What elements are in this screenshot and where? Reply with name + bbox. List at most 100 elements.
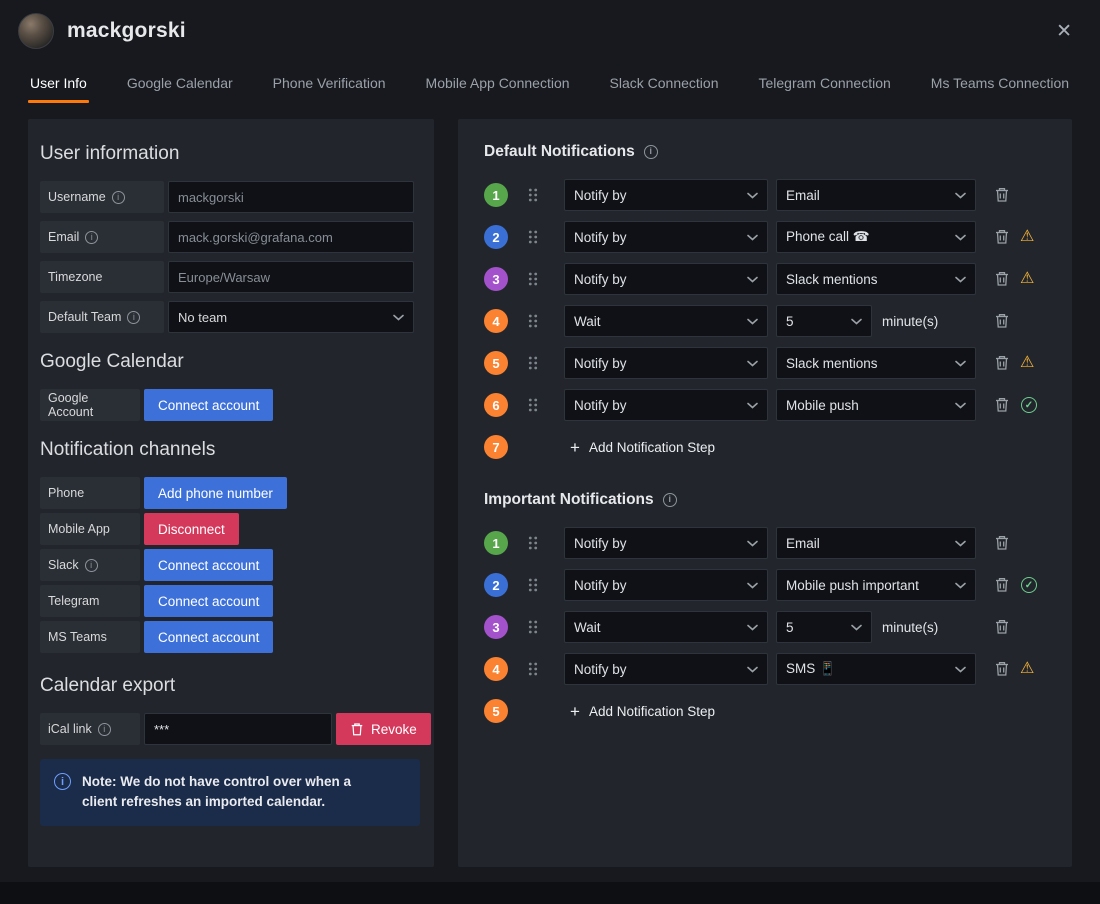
drag-handle-icon[interactable] [528, 313, 538, 329]
step-action-select[interactable]: Notify by [564, 527, 768, 559]
close-icon[interactable]: ✕ [1052, 18, 1076, 45]
delete-step-button[interactable] [992, 395, 1012, 416]
delete-step-button[interactable] [992, 227, 1012, 248]
step-channel-select[interactable]: Mobile push important [776, 569, 976, 601]
step-number-badge: 2 [484, 573, 508, 597]
user-settings-modal: mackgorski ✕ User Info Google Calendar P… [0, 0, 1100, 882]
select-value: Notify by [574, 535, 627, 551]
select-value: SMS 📱 [786, 661, 836, 676]
wait-unit-label: minute(s) [882, 313, 939, 329]
add-phone-number-button[interactable]: Add phone number [144, 477, 287, 509]
select-value: Notify by [574, 271, 627, 287]
step-action-select[interactable]: Notify by [564, 179, 768, 211]
drag-handle-icon[interactable] [528, 619, 538, 635]
notification-step-row: 4 Wait 5 minute(s) [484, 305, 1052, 337]
add-notification-step-button[interactable]: + Add Notification Step [570, 703, 715, 720]
tab-mobile-app-connection[interactable]: Mobile App Connection [424, 69, 572, 103]
msteams-channel-row: MS Teams Connect account [40, 621, 414, 653]
default-team-select[interactable]: No team [168, 301, 414, 333]
chevron-down-icon [851, 624, 862, 631]
step-action-select[interactable]: Notify by [564, 389, 768, 421]
drag-handle-icon[interactable] [528, 229, 538, 245]
timezone-input[interactable] [168, 261, 414, 293]
delete-step-button[interactable] [992, 311, 1012, 332]
drag-handle-icon[interactable] [528, 355, 538, 371]
google-connect-button[interactable]: Connect account [144, 389, 274, 421]
wait-duration-select[interactable]: 5 [776, 305, 872, 337]
ical-link-input[interactable] [144, 713, 332, 745]
select-value: Slack mentions [786, 355, 878, 371]
info-icon: i [54, 773, 71, 790]
delete-step-button[interactable] [992, 353, 1012, 374]
step-number-badge: 1 [484, 183, 508, 207]
step-action-select[interactable]: Notify by [564, 347, 768, 379]
step-action-select[interactable]: Notify by [564, 653, 768, 685]
email-field[interactable] [168, 221, 414, 253]
drag-handle-icon[interactable] [528, 187, 538, 203]
step-number-badge: 2 [484, 225, 508, 249]
calendar-note: i Note: We do not have control over when… [40, 759, 420, 826]
step-channel-select[interactable]: Mobile push [776, 389, 976, 421]
delete-step-button[interactable] [992, 269, 1012, 290]
step-action-select[interactable]: Notify by [564, 263, 768, 295]
username-input[interactable] [168, 181, 414, 213]
delete-step-button[interactable] [992, 617, 1012, 638]
select-value: Email [786, 187, 820, 203]
step-channel-select[interactable]: SMS 📱 [776, 653, 976, 685]
notification-step-row: 5 Notify by Slack mentions ⚠ [484, 347, 1052, 379]
delete-step-button[interactable] [992, 575, 1012, 596]
delete-step-button[interactable] [992, 659, 1012, 680]
delete-step-button[interactable] [992, 533, 1012, 554]
wait-unit-label: minute(s) [882, 619, 939, 635]
step-action-select[interactable]: Notify by [564, 221, 768, 253]
chevron-down-icon [955, 234, 966, 241]
ical-link-label: iCal link i [40, 713, 140, 745]
step-number-badge: 4 [484, 657, 508, 681]
drag-handle-icon[interactable] [528, 397, 538, 413]
info-icon: i [111, 190, 125, 204]
delete-step-button[interactable] [992, 185, 1012, 206]
tab-slack-connection[interactable]: Slack Connection [608, 69, 721, 103]
tab-phone-verification[interactable]: Phone Verification [271, 69, 388, 103]
notification-step-row: 6 Notify by Mobile push ✓ [484, 389, 1052, 421]
wait-duration-select[interactable]: 5 [776, 611, 872, 643]
step-channel-select[interactable]: Email [776, 179, 976, 211]
notification-step-row: 1 Notify by Email [484, 527, 1052, 559]
slack-connect-button[interactable]: Connect account [144, 549, 274, 581]
label-text: iCal link [48, 722, 92, 736]
select-value: Notify by [574, 397, 627, 413]
tab-ms-teams-connection[interactable]: Ms Teams Connection [929, 69, 1071, 103]
tab-telegram-connection[interactable]: Telegram Connection [756, 69, 892, 103]
chevron-down-icon [747, 402, 758, 409]
tab-user-info[interactable]: User Info [28, 69, 89, 103]
step-channel-select[interactable]: Slack mentions [776, 347, 976, 379]
chevron-down-icon [955, 402, 966, 409]
select-value: 5 [786, 619, 794, 635]
step-channel-select[interactable]: Slack mentions [776, 263, 976, 295]
warning-icon: ⚠ [1020, 228, 1035, 245]
step-action-select[interactable]: Notify by [564, 569, 768, 601]
telegram-connect-button[interactable]: Connect account [144, 585, 274, 617]
select-value: No team [178, 309, 228, 325]
mobile-app-disconnect-button[interactable]: Disconnect [144, 513, 239, 545]
step-channel-select[interactable]: Phone call ☎ [776, 221, 976, 253]
step-channel-select[interactable]: Email [776, 527, 976, 559]
revoke-button[interactable]: Revoke [336, 713, 431, 745]
trash-icon [996, 398, 1008, 412]
msteams-connect-button[interactable]: Connect account [144, 621, 274, 653]
chevron-down-icon [747, 318, 758, 325]
drag-handle-icon[interactable] [528, 535, 538, 551]
trash-icon [996, 230, 1008, 244]
add-notification-step-button[interactable]: + Add Notification Step [570, 439, 715, 456]
select-value: Notify by [574, 577, 627, 593]
drag-handle-icon[interactable] [528, 271, 538, 287]
drag-handle-icon[interactable] [528, 661, 538, 677]
tab-google-calendar[interactable]: Google Calendar [125, 69, 235, 103]
plus-icon: + [570, 437, 580, 457]
step-action-select[interactable]: Wait [564, 305, 768, 337]
step-action-select[interactable]: Wait [564, 611, 768, 643]
drag-handle-icon[interactable] [528, 577, 538, 593]
phone-label: Phone [40, 477, 140, 509]
select-value: Wait [574, 313, 601, 329]
label-text: Slack [48, 558, 79, 572]
